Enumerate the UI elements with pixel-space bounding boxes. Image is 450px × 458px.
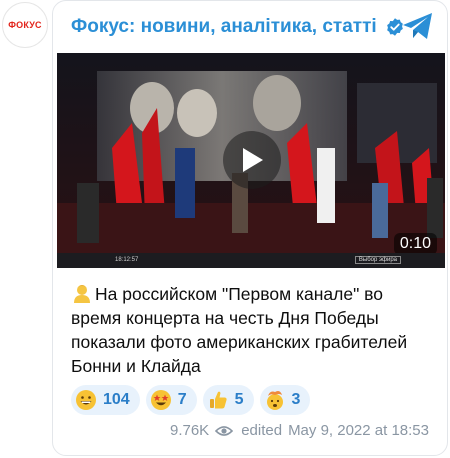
star-struck-icon [150,390,171,410]
message-text: На российском "Первом канале" во время к… [71,282,437,378]
play-icon [243,148,263,172]
message-body: На российском "Первом канале" во время к… [71,284,408,376]
reaction-grinning[interactable]: 104 [71,385,140,415]
thumbs-up-icon [209,391,227,409]
broadcast-label: Выбор эфира [354,256,401,264]
embedded-player-bar: 18:12:57 Выбор эфира [57,253,445,268]
view-count: 9.76K [169,422,210,439]
reaction-exploding-head[interactable]: 3 [259,385,311,415]
play-button[interactable] [223,131,281,189]
reaction-thumbs-up[interactable]: 5 [202,385,254,415]
reaction-count: 3 [291,391,301,408]
grinning-face-icon [76,390,96,410]
exploding-head-icon [266,391,283,410]
reaction-count: 104 [103,391,130,408]
channel-avatar[interactable]: ФОКУС [2,2,48,48]
eye-icon [215,425,234,436]
reaction-count: 7 [177,391,187,408]
player-time: 18:12:57 [115,257,139,263]
edited-label: edited [241,422,283,439]
telegram-icon[interactable] [401,11,435,41]
message-footer: 9.76K edited May 9, 2022 at 18:53 [53,422,447,439]
avatar-logo-text: ФОКУС [8,20,42,30]
reaction-star-struck[interactable]: 7 [145,385,197,415]
channel-title[interactable]: Фокус: новини, аналітика, статті [71,16,377,38]
video-duration: 0:10 [393,233,437,255]
message-card: Фокус: новини, аналітика, статті 0:10 18… [52,0,448,456]
reactions-bar: 104 7 5 3 [71,385,311,415]
reaction-count: 5 [234,391,244,408]
video-media[interactable]: 0:10 18:12:57 Выбор эфира [57,53,445,268]
message-timestamp: May 9, 2022 at 18:53 [288,422,429,439]
message-header: Фокус: новини, аналітика, статті [53,1,447,53]
person-emoji-icon [74,285,90,303]
